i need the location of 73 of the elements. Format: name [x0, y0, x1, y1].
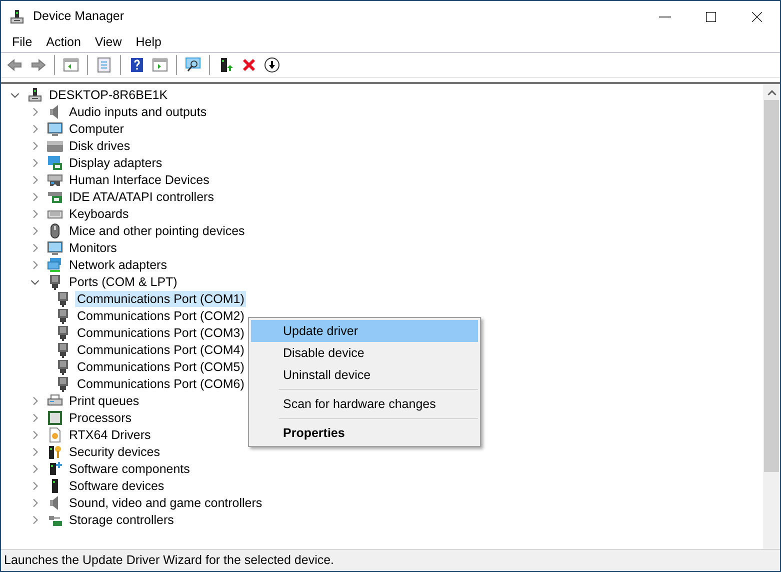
download-circle-button[interactable]: [262, 55, 282, 75]
tree-item[interactable]: Human Interface Devices: [67, 172, 212, 188]
status-text: Launches the Update Driver Wizard for the selected device.: [4, 552, 334, 570]
menu-item[interactable]: View: [88, 32, 129, 52]
tree-item[interactable]: Communications Port (COM3): [75, 324, 246, 340]
tree-item[interactable]: Sound, video and game controllers: [67, 494, 264, 510]
help-icon: [129, 57, 145, 73]
tree-item[interactable]: Communications Port (COM4): [75, 342, 246, 358]
display-card-icon: [47, 154, 63, 170]
port-icon: [47, 274, 63, 290]
tree-item[interactable]: Disk drives: [67, 138, 132, 154]
tree-item[interactable]: Network adapters: [67, 256, 169, 272]
tree-item[interactable]: Processors: [67, 410, 134, 426]
delete-icon: [241, 57, 257, 73]
tree-item[interactable]: Security devices: [67, 444, 162, 460]
tree-item[interactable]: Communications Port (COM5): [75, 358, 246, 374]
port-icon: [55, 290, 71, 306]
scrollbar[interactable]: [763, 84, 780, 549]
tree-item[interactable]: IDE ATA/ATAPI controllers: [67, 188, 216, 204]
menu-item[interactable]: Uninstall device: [251, 364, 478, 386]
document-gear-icon: [47, 426, 63, 442]
download-circle-icon: [264, 57, 280, 73]
back-arrow-icon: [7, 57, 23, 73]
forward-arrow-icon: [30, 57, 46, 73]
tree-item[interactable]: Software devices: [67, 478, 166, 494]
tree-item[interactable]: Ports (COM & LPT): [67, 274, 180, 290]
chip-icon: [47, 410, 63, 426]
minimize-icon: [659, 16, 671, 18]
close-icon: [752, 12, 762, 22]
port-icon: [55, 342, 71, 358]
pane-icon: [63, 57, 79, 73]
monitor-icon: [47, 120, 63, 136]
tree-item[interactable]: RTX64 Drivers: [67, 426, 153, 442]
scrollbar-thumb[interactable]: [764, 100, 779, 472]
security-key-icon: [47, 444, 63, 460]
menu-item[interactable]: Action: [39, 32, 88, 52]
tree-item[interactable]: Software components: [67, 460, 192, 476]
network-icon: [47, 256, 63, 272]
tree-item[interactable]: Communications Port (COM1): [75, 290, 246, 306]
tree-item[interactable]: Audio inputs and outputs: [67, 104, 209, 120]
port-icon: [55, 324, 71, 340]
component-icon: [47, 460, 63, 476]
printer-icon: [47, 392, 63, 408]
port-icon: [55, 376, 71, 392]
window-title: Device Manager: [33, 8, 124, 26]
tree-item[interactable]: Computer: [67, 120, 126, 136]
scan-monitor-icon: [185, 57, 201, 73]
tree-item[interactable]: Mice and other pointing devices: [67, 222, 247, 238]
tree-item[interactable]: Monitors: [67, 240, 119, 256]
tree-item[interactable]: Communications Port (COM2): [75, 308, 246, 324]
tree-item[interactable]: Storage controllers: [67, 512, 176, 528]
tree-item[interactable]: DESKTOP-8R6BE1K: [47, 86, 170, 102]
menu-item[interactable]: Scan for hardware changes: [251, 393, 478, 415]
scroll-up-icon[interactable]: [766, 88, 776, 98]
tree-item[interactable]: Print queues: [67, 392, 142, 408]
computer-icon: [27, 86, 43, 102]
menu-item[interactable]: Update driver: [251, 320, 478, 342]
gamepad-icon: [47, 172, 63, 188]
tree-item[interactable]: Communications Port (COM6): [75, 376, 246, 392]
action-pane-icon: [152, 57, 168, 73]
properties-sheet-icon: [96, 57, 112, 73]
port-icon: [55, 308, 71, 324]
maximize-icon: [706, 12, 716, 22]
monitor-icon: [47, 240, 63, 256]
app-icon: [9, 8, 25, 24]
menu-item[interactable]: File: [5, 32, 40, 52]
menu-item[interactable]: Disable device: [251, 342, 478, 364]
tree-item[interactable]: Keyboards: [67, 206, 131, 222]
device-add-icon: [218, 57, 234, 73]
port-icon: [55, 358, 71, 374]
menu-item[interactable]: Help: [128, 32, 168, 52]
tree-item[interactable]: Display adapters: [67, 154, 164, 170]
menu-item[interactable]: Properties: [251, 422, 478, 444]
